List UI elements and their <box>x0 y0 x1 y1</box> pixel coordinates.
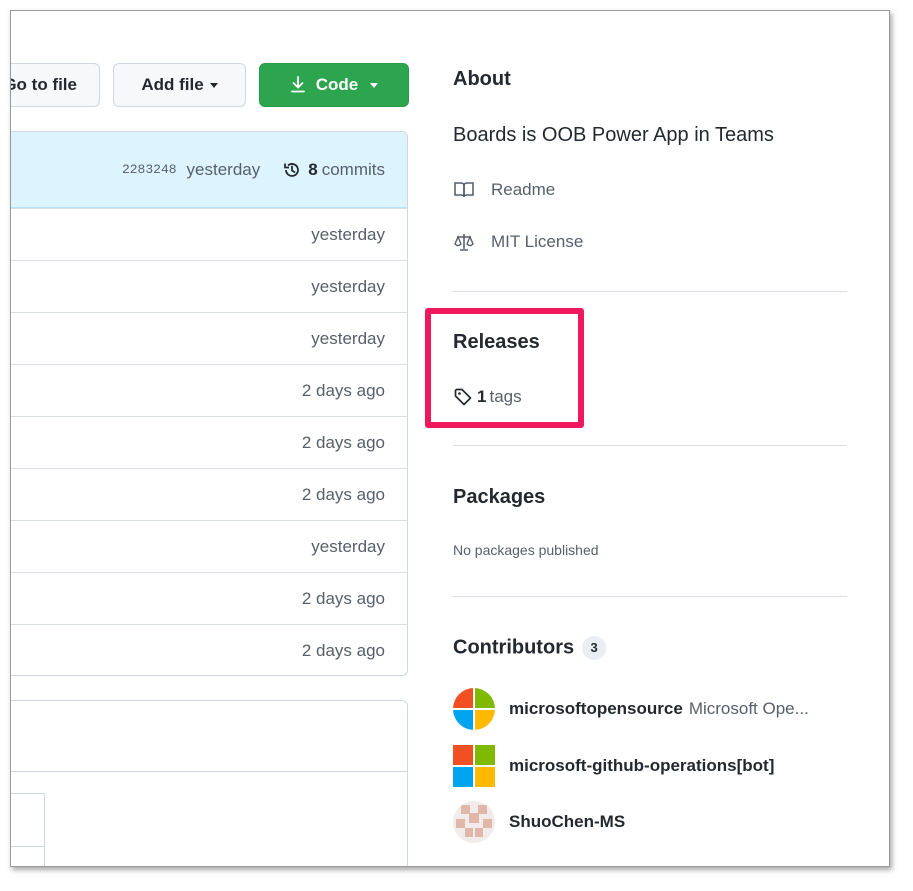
readme-content-table <box>11 793 45 866</box>
download-icon <box>290 76 306 94</box>
code-label: Code <box>315 75 359 94</box>
add-file-label: Add file <box>141 75 204 94</box>
divider <box>453 596 847 597</box>
license-label: MIT License <box>491 232 584 251</box>
contributor-item[interactable]: microsoftopensource Microsoft Ope... <box>453 688 809 730</box>
browser-frame: Go to file Add file Code 2283248 yesterd… <box>10 10 890 867</box>
readme-box <box>11 700 408 866</box>
contributor-login: microsoftopensource <box>509 699 683 718</box>
file-row[interactable]: yesterday <box>11 260 407 312</box>
chevron-down-icon <box>209 82 218 88</box>
contributors-title: Contributors <box>453 636 575 659</box>
file-list: 2283248 yesterday 8 commits yesterday ye… <box>11 131 408 676</box>
contributors-heading[interactable]: Contributors 3 <box>453 636 607 660</box>
go-to-file-button[interactable]: Go to file <box>10 63 100 107</box>
book-icon <box>453 179 475 201</box>
file-row-time: yesterday <box>311 276 385 296</box>
avatar <box>453 745 495 787</box>
license-link[interactable]: MIT License <box>453 231 583 253</box>
releases-highlight-box <box>425 308 584 428</box>
readme-header <box>11 701 407 772</box>
commit-count: 8 <box>308 159 318 179</box>
file-row-time: 2 days ago <box>301 380 385 400</box>
file-row[interactable]: 2 days ago <box>11 624 407 675</box>
file-row-time: 2 days ago <box>301 640 385 660</box>
file-row-time: 2 days ago <box>301 484 385 504</box>
packages-heading[interactable]: Packages <box>453 486 545 509</box>
file-row-time: yesterday <box>311 536 385 556</box>
file-row[interactable]: 2 days ago <box>11 572 407 624</box>
file-row-time: yesterday <box>311 328 385 348</box>
file-row[interactable]: 2 days ago <box>11 364 407 416</box>
code-button[interactable]: Code <box>259 63 409 107</box>
contributors-count-badge: 3 <box>582 636 607 660</box>
repo-description: Boards is OOB Power App in Teams <box>453 124 774 146</box>
history-icon <box>284 162 300 177</box>
contributor-item[interactable]: microsoft-github-operations[bot] <box>453 745 774 787</box>
file-row-time: yesterday <box>311 224 385 244</box>
commits-link[interactable]: 8 commits <box>282 160 385 180</box>
readme-link[interactable]: Readme <box>453 179 555 201</box>
contributor-name: Microsoft Ope... <box>688 699 809 718</box>
avatar <box>453 801 495 843</box>
file-row-time: 2 days ago <box>301 432 385 452</box>
file-row-time: 2 days ago <box>301 588 385 608</box>
divider <box>453 291 847 292</box>
commit-hash-link[interactable]: 2283248 <box>122 162 177 177</box>
readme-label: Readme <box>491 180 556 199</box>
avatar <box>453 688 495 730</box>
file-row[interactable]: yesterday <box>11 312 407 364</box>
no-packages-text: No packages published <box>453 542 599 558</box>
file-row[interactable]: yesterday <box>11 520 407 572</box>
latest-commit-bar: 2283248 yesterday 8 commits <box>11 132 407 208</box>
file-row[interactable]: 2 days ago <box>11 468 407 520</box>
file-row[interactable]: 2 days ago <box>11 416 407 468</box>
about-heading: About <box>453 68 511 90</box>
contributor-login: microsoft-github-operations[bot] <box>509 756 775 775</box>
commit-time: yesterday <box>186 159 261 179</box>
law-icon <box>453 231 475 253</box>
chevron-down-icon <box>370 82 379 88</box>
contributor-login: ShuoChen-MS <box>509 812 626 831</box>
add-file-button[interactable]: Add file <box>113 63 246 107</box>
divider <box>453 445 847 446</box>
contributor-item[interactable]: ShuoChen-MS <box>453 801 625 843</box>
commit-count-label: commits <box>321 159 385 179</box>
go-to-file-label: Go to file <box>10 75 77 94</box>
file-row[interactable]: yesterday <box>11 208 407 260</box>
